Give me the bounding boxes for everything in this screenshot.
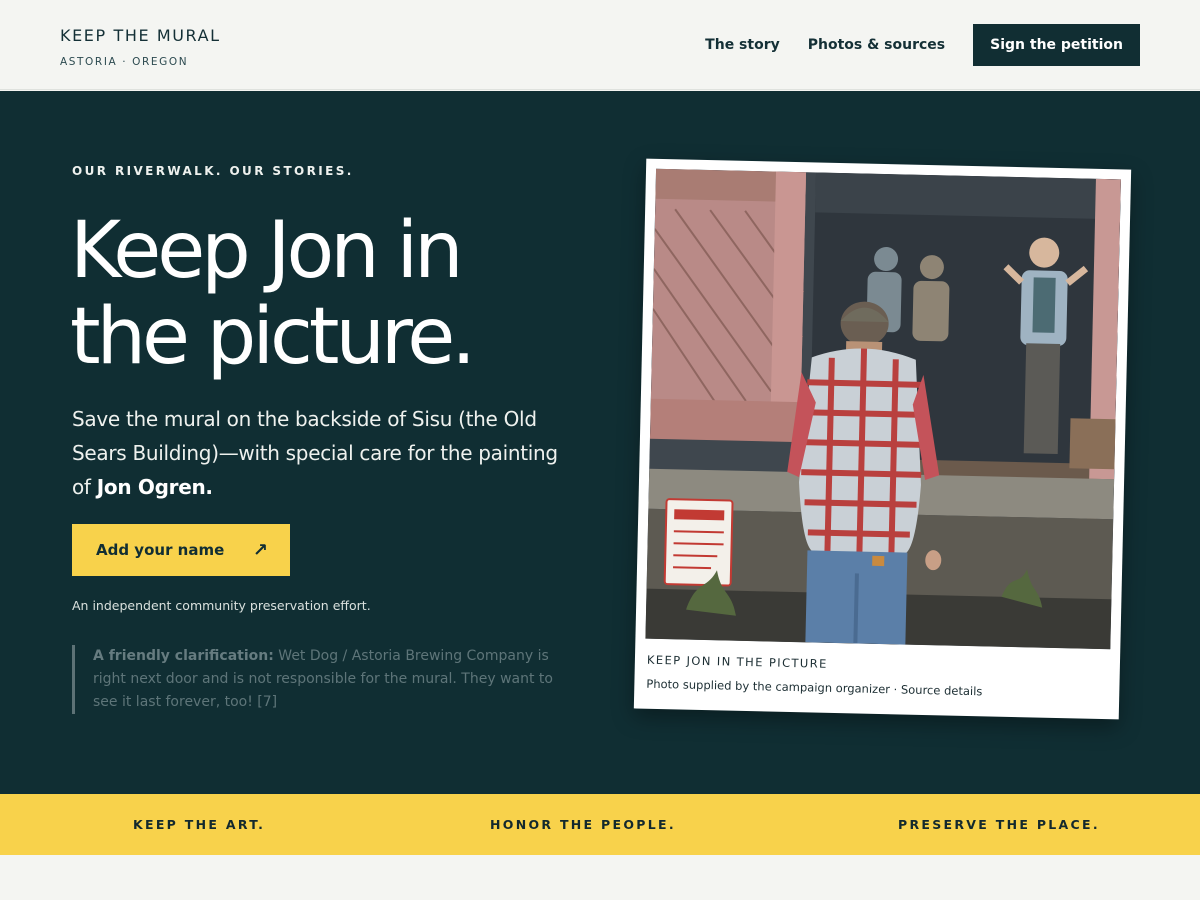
hero-headline: Keep Jon in the picture. xyxy=(70,208,590,380)
independent-note: An independent community preservation ef… xyxy=(72,598,371,613)
hero-section: OUR RIVERWALK. OUR STORIES. Keep Jon in … xyxy=(0,91,1200,794)
mural-photo-illustration xyxy=(645,168,1121,650)
caption-credit-text: Photo supplied by the campaign organizer… xyxy=(646,676,902,697)
arrow-up-right-icon: ↗ xyxy=(252,539,268,561)
nav-link-photos[interactable]: Photos & sources xyxy=(808,37,945,53)
photo-caption-title: KEEP JON IN THE PICTURE xyxy=(646,652,828,671)
brand-title: KEEP THE MURAL xyxy=(60,26,221,45)
clarification-label: A friendly clarification: xyxy=(93,648,274,664)
add-your-name-button[interactable]: Add your name ↗ xyxy=(72,524,290,576)
lede-emphasis: Jon Ogren. xyxy=(96,475,213,499)
clarification-quote: A friendly clarification: Wet Dog / Asto… xyxy=(72,645,572,714)
brand[interactable]: KEEP THE MURAL ASTORIA · OREGON xyxy=(60,26,221,68)
mural-photo[interactable] xyxy=(645,168,1121,650)
slogan-banner: KEEP THE ART. HONOR THE PEOPLE. PRESERVE… xyxy=(0,794,1200,855)
headline-line-2: the picture. xyxy=(70,292,476,382)
sign-petition-button[interactable]: Sign the petition xyxy=(973,24,1140,66)
slogan-keep-art: KEEP THE ART. xyxy=(133,817,266,832)
slogan-preserve-place: PRESERVE THE PLACE. xyxy=(898,817,1100,832)
photo-caption-credit: Photo supplied by the campaign organizer… xyxy=(646,677,982,699)
source-details-link[interactable]: Source details xyxy=(901,682,983,698)
site-header: KEEP THE MURAL ASTORIA · OREGON The stor… xyxy=(0,0,1200,90)
cta-label: Add your name xyxy=(96,541,225,559)
hero-lede: Save the mural on the backside of Sisu (… xyxy=(72,402,582,504)
mural-photo-card: KEEP JON IN THE PICTURE Photo supplied b… xyxy=(633,158,1132,720)
hero-eyebrow: OUR RIVERWALK. OUR STORIES. xyxy=(72,164,354,178)
main-nav: The story Photos & sources Sign the peti… xyxy=(705,24,1140,66)
brand-subtitle: ASTORIA · OREGON xyxy=(60,56,189,68)
slogan-honor-people: HONOR THE PEOPLE. xyxy=(490,817,676,832)
nav-link-story[interactable]: The story xyxy=(705,37,780,53)
headline-line-1: Keep Jon in xyxy=(70,206,464,296)
